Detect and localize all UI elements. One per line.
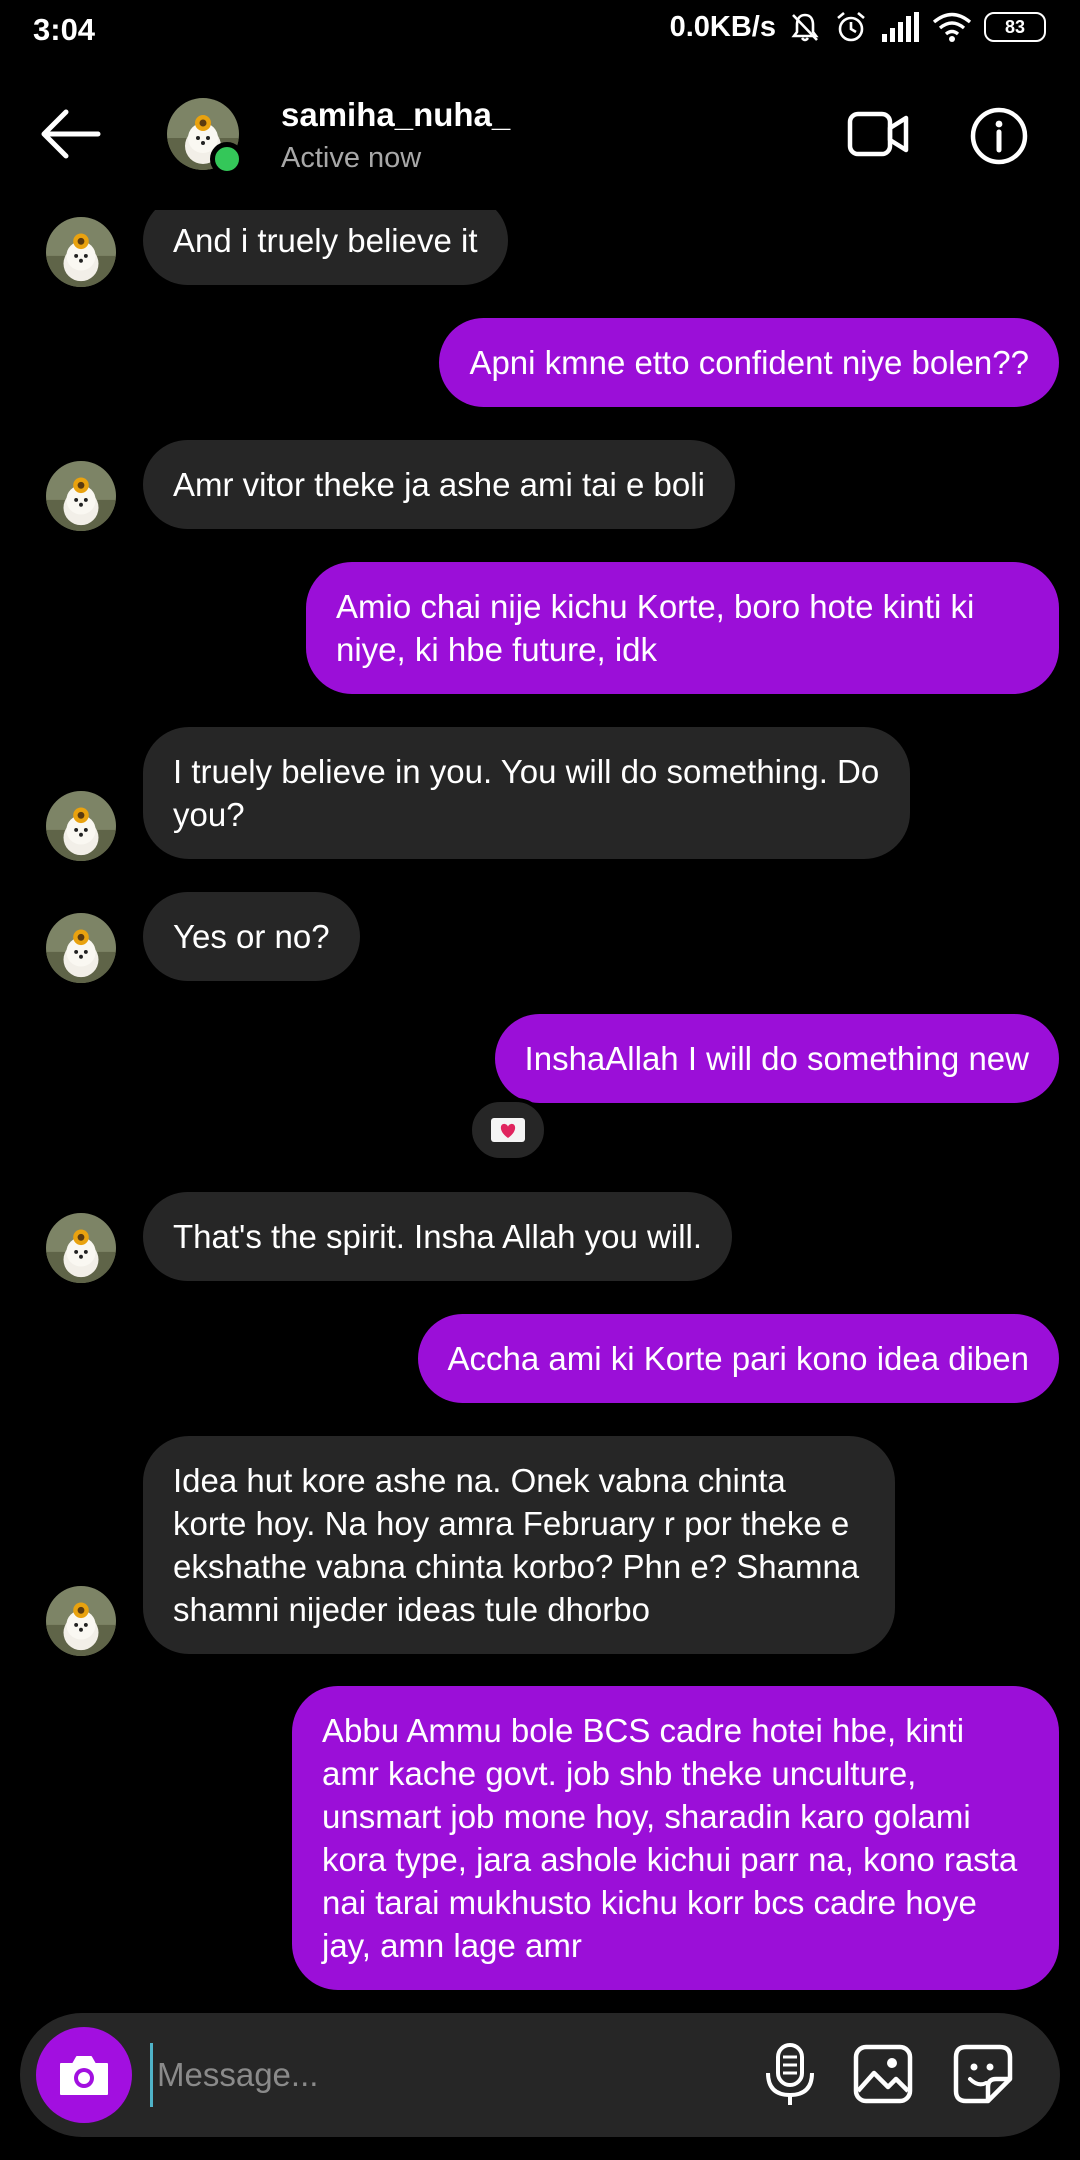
sender-avatar[interactable]: [46, 461, 116, 531]
outgoing-message[interactable]: Accha ami ki Korte pari kono idea diben: [417, 1314, 1059, 1403]
dog-avatar-image: [46, 913, 116, 983]
sticker-icon[interactable]: [952, 2043, 1014, 2105]
video-call-icon[interactable]: [846, 106, 910, 162]
chat-header: samiha_nuha_ Active now: [0, 62, 1080, 210]
wifi-icon: [932, 12, 972, 42]
incoming-message[interactable]: I truely believe in you. You will do som…: [143, 727, 910, 859]
bell-off-icon: [791, 13, 819, 42]
sender-avatar[interactable]: [46, 913, 116, 983]
dog-avatar-image: [46, 1586, 116, 1656]
gallery-icon[interactable]: [852, 2043, 914, 2105]
status-icons: 0.0KB/s 83: [670, 10, 1046, 44]
chat-username[interactable]: samiha_nuha_: [281, 96, 510, 134]
status-time: 3:04: [33, 12, 96, 47]
heart-envelope-icon: [491, 1118, 525, 1142]
dog-avatar-image: [46, 461, 116, 531]
sender-avatar[interactable]: [46, 217, 116, 287]
status-bar: 3:04 0.0KB/s 83: [0, 0, 1080, 62]
dog-avatar-image: [46, 217, 116, 287]
message-input[interactable]: [150, 2043, 710, 2107]
info-icon[interactable]: [969, 106, 1029, 166]
alarm-icon: [837, 12, 865, 42]
signal-icon: [882, 12, 919, 42]
sender-avatar[interactable]: [46, 1213, 116, 1283]
back-arrow-icon[interactable]: [38, 106, 102, 162]
active-status: Active now: [281, 142, 422, 174]
dog-avatar-image: [46, 791, 116, 861]
sender-avatar[interactable]: [46, 1586, 116, 1656]
incoming-message[interactable]: Idea hut kore ashe na. Onek vabna chinta…: [143, 1436, 895, 1654]
network-speed: 0.0KB/s: [669, 10, 776, 43]
outgoing-message[interactable]: InshaAllah I will do something new: [494, 1014, 1059, 1103]
outgoing-message[interactable]: Abbu Ammu bole BCS cadre hotei hbe, kint…: [292, 1686, 1059, 1990]
sender-avatar[interactable]: [46, 791, 116, 861]
outgoing-message[interactable]: Amio chai nije kichu Korte, boro hote ki…: [306, 562, 1059, 694]
message-composer: [20, 2013, 1060, 2137]
microphone-icon[interactable]: [758, 2041, 822, 2109]
incoming-message[interactable]: That's the spirit. Insha Allah you will.: [143, 1192, 733, 1281]
message-reaction[interactable]: [468, 1098, 548, 1162]
outgoing-message[interactable]: Apni kmne etto confident niye bolen??: [439, 318, 1059, 407]
camera-button[interactable]: [36, 2027, 132, 2123]
online-status-dot: [210, 142, 244, 176]
incoming-message[interactable]: Amr vitor theke ja ashe ami tai e boli: [143, 440, 735, 529]
incoming-message[interactable]: Yes or no?: [143, 892, 360, 981]
dog-avatar-image: [46, 1213, 116, 1283]
battery-indicator: 83: [984, 12, 1046, 42]
camera-icon: [60, 2056, 108, 2095]
